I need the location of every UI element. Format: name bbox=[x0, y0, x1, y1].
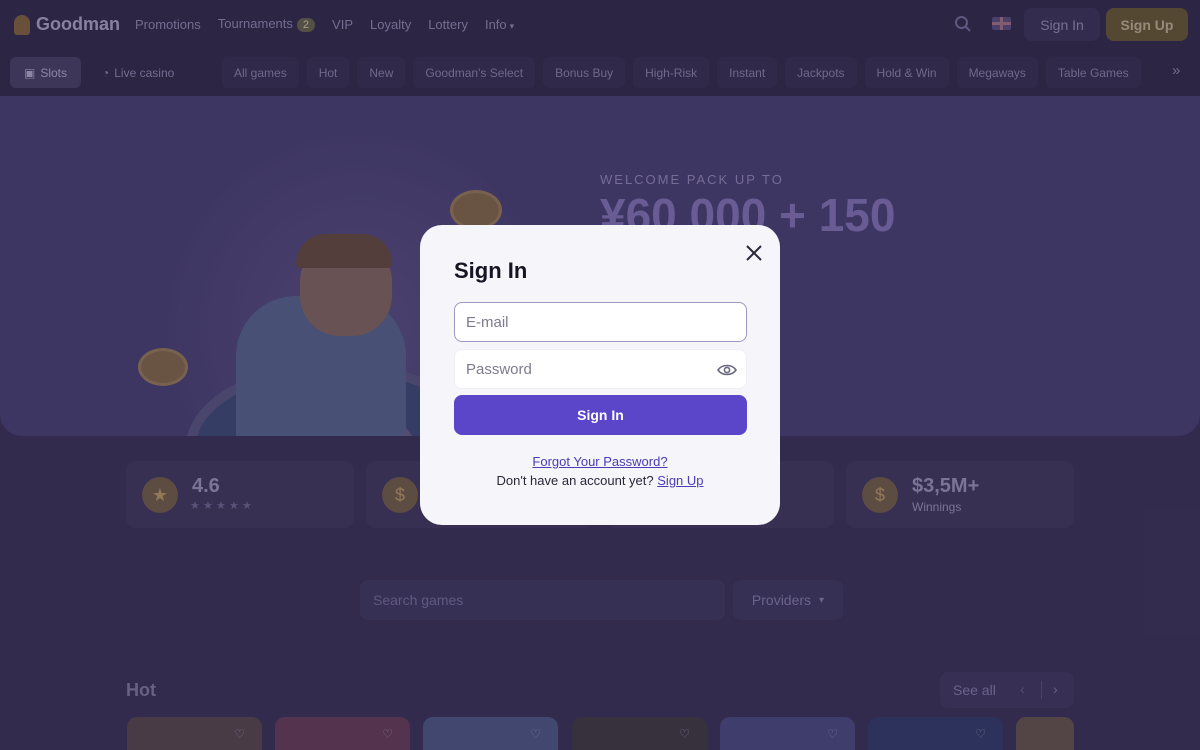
no-account-label: Don't have an account yet? bbox=[496, 473, 654, 488]
eye-icon[interactable] bbox=[717, 362, 737, 378]
password-field[interactable]: Password bbox=[454, 349, 747, 389]
no-account-text: Don't have an account yet? Sign Up bbox=[420, 473, 780, 488]
email-field[interactable]: E-mail bbox=[454, 302, 747, 342]
close-icon[interactable] bbox=[744, 243, 764, 263]
signin-submit-button[interactable]: Sign In bbox=[454, 395, 747, 435]
forgot-password-link[interactable]: Forgot Your Password? bbox=[420, 454, 780, 469]
modal-title: Sign In bbox=[454, 258, 528, 283]
password-placeholder: Password bbox=[466, 360, 532, 378]
signin-modal: Sign In E-mail Password Sign In Forgot Y… bbox=[420, 225, 780, 525]
signup-link[interactable]: Sign Up bbox=[657, 473, 703, 488]
email-placeholder: E-mail bbox=[466, 313, 509, 331]
